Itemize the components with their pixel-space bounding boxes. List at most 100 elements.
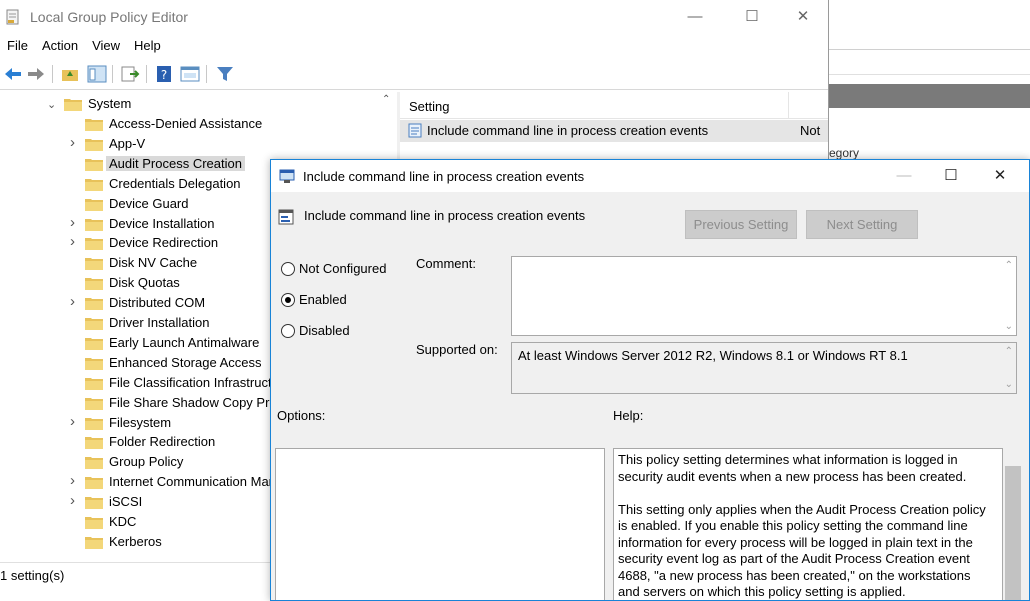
menu-action[interactable]: Action	[35, 36, 85, 56]
column-header-setting[interactable]: Setting	[409, 99, 449, 114]
options-panel	[275, 448, 605, 600]
minimize-button[interactable]: —	[881, 162, 927, 190]
dialog-title-bar[interactable]: Include command line in process creation…	[271, 160, 1029, 192]
folder-icon	[85, 178, 103, 191]
back-arrow-icon[interactable]	[2, 64, 24, 84]
radio-not-configured[interactable]	[281, 262, 295, 276]
menu-view[interactable]: View	[85, 36, 127, 56]
radio-enabled[interactable]	[281, 293, 295, 307]
options-label: Options:	[277, 408, 326, 423]
export-list-icon[interactable]	[119, 64, 141, 84]
setting-state: Not	[800, 123, 821, 138]
tree-item-system[interactable]: ⌄ System	[0, 94, 380, 114]
tree-item-label: Enhanced Storage Access	[109, 354, 262, 370]
tree-item-label: Early Launch Antimalware	[109, 334, 260, 350]
folder-icon	[85, 218, 103, 231]
tree-item-label: File Classification Infrastructure	[109, 374, 291, 390]
help-scrollbar[interactable]	[1003, 448, 1023, 600]
radio-label[interactable]: Disabled	[299, 323, 350, 338]
list-item[interactable]: Include command line in process creation…	[400, 120, 828, 142]
policy-setting-icon	[408, 123, 422, 138]
tree-item-label: App-V	[109, 135, 146, 151]
list-header: Setting	[400, 92, 828, 119]
tree-item-label: Device Redirection	[109, 235, 219, 251]
tree-item-label: Credentials Delegation	[109, 175, 241, 191]
setting-name: Include command line in process creation…	[427, 123, 709, 138]
close-button[interactable]: ✕	[780, 3, 826, 31]
folder-icon	[64, 99, 82, 111]
scroll-up-icon[interactable]: ⌃	[1005, 260, 1013, 271]
scroll-down-icon[interactable]: ⌄	[1005, 321, 1013, 332]
tree-item-label: Driver Installation	[109, 315, 210, 330]
dialog-title: Include command line in process creation…	[303, 169, 585, 184]
scroll-down-icon[interactable]: ⌄	[1005, 379, 1013, 390]
menu-bar: File Action View Help	[0, 36, 168, 56]
gpedit-app-icon	[6, 9, 19, 25]
tree-item-label: Folder Redirection	[109, 434, 216, 450]
folder-icon	[85, 318, 103, 330]
comment-textarea[interactable]: ⌃ ⌄	[511, 256, 1017, 336]
chevron-down-icon[interactable]: ⌄	[47, 98, 56, 111]
tree-item-label: Kerberos	[109, 533, 162, 549]
tree-item[interactable]: Access-Denied Assistance	[0, 114, 380, 134]
background-window-edge	[829, 49, 1030, 50]
chevron-right-icon[interactable]: ›	[70, 233, 75, 250]
maximize-button[interactable]: ☐	[729, 3, 775, 31]
scrollbar-thumb[interactable]	[1005, 466, 1021, 600]
chevron-right-icon[interactable]: ›	[70, 214, 75, 231]
chevron-right-icon[interactable]: ›	[70, 472, 75, 489]
supported-on-label: Supported on:	[416, 342, 498, 357]
forward-arrow-icon[interactable]	[25, 64, 47, 84]
filter-icon[interactable]	[214, 64, 236, 84]
tree-item-label: iSCSI	[109, 494, 143, 510]
previous-setting-button[interactable]: Previous Setting	[685, 210, 797, 239]
tree-item-label: Distributed COM	[109, 295, 206, 311]
tree-item-label: Disk Quotas	[109, 275, 180, 291]
chevron-right-icon[interactable]: ›	[70, 293, 75, 310]
toolbar-divider	[52, 65, 53, 83]
minimize-button[interactable]: —	[672, 3, 718, 31]
radio-label[interactable]: Not Configured	[299, 261, 386, 276]
folder-icon	[85, 437, 103, 450]
svg-text:?: ?	[161, 68, 167, 82]
tree-item-label: Filesystem	[109, 414, 172, 430]
background-header-strip	[829, 84, 1030, 108]
next-setting-button[interactable]: Next Setting	[806, 210, 918, 239]
properties-icon[interactable]	[179, 64, 201, 84]
folder-icon	[85, 298, 103, 311]
tree-item-label: Audit Process Creation	[106, 155, 245, 171]
folder-icon	[85, 417, 103, 430]
title-bar[interactable]: Local Group Policy Editor — ☐ ✕	[0, 0, 828, 34]
menu-file[interactable]: File	[0, 36, 35, 56]
scroll-up-icon[interactable]: ⌃	[1005, 346, 1013, 357]
setting-heading: Include command line in process creation…	[304, 208, 586, 223]
close-button[interactable]: ✕	[977, 162, 1023, 190]
help-label: Help:	[613, 408, 644, 423]
chevron-right-icon[interactable]: ›	[70, 492, 75, 509]
folder-icon	[85, 397, 103, 410]
radio-label[interactable]: Enabled	[299, 292, 347, 307]
up-folder-icon[interactable]	[59, 64, 81, 84]
show-hide-tree-icon[interactable]	[86, 64, 108, 84]
radio-disabled[interactable]	[281, 324, 295, 338]
policy-setting-icon	[278, 209, 294, 225]
folder-icon	[85, 357, 103, 370]
supported-on-value: At least Windows Server 2012 R2, Windows…	[518, 348, 908, 363]
chevron-right-icon[interactable]: ›	[70, 134, 75, 151]
folder-icon	[85, 477, 103, 490]
maximize-button[interactable]: ☐	[928, 162, 974, 190]
tree-item-label: Device Guard	[109, 195, 189, 211]
status-text: 1 setting(s)	[0, 568, 65, 583]
chevron-right-icon[interactable]: ›	[70, 413, 75, 430]
help-book-icon[interactable]: ?	[153, 64, 175, 84]
folder-icon	[85, 258, 103, 271]
supported-on-field[interactable]: At least Windows Server 2012 R2, Windows…	[511, 342, 1017, 394]
background-column-header: egory	[829, 146, 860, 160]
column-divider[interactable]	[788, 92, 789, 118]
policy-dialog-icon	[279, 169, 295, 183]
help-paragraph: This setting only applies when the Audit…	[618, 501, 986, 600]
tree-item-label: Disk NV Cache	[109, 255, 198, 271]
tree-item[interactable]: › App-V	[0, 134, 380, 154]
scroll-up-icon[interactable]: ⌃	[382, 94, 390, 105]
menu-help[interactable]: Help	[127, 36, 168, 56]
